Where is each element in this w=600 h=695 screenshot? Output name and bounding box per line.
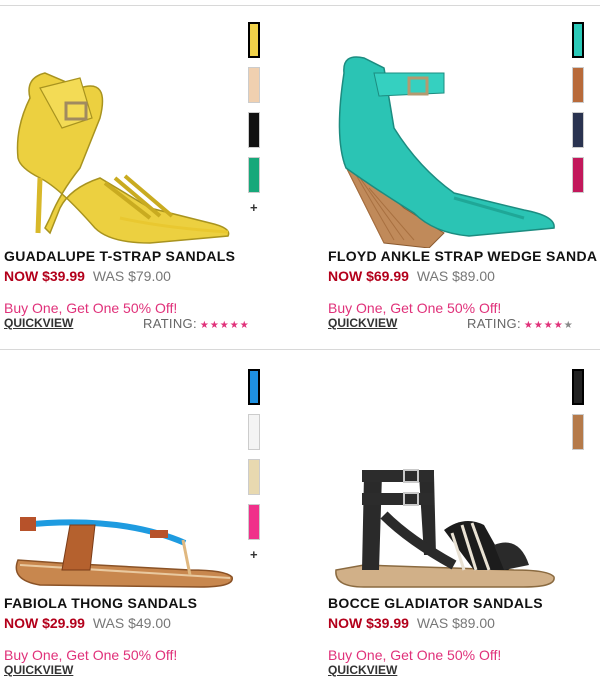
product-card-guadalupe: + GUADALUPE T-STRAP SANDALS NOW $39.99 W… (0, 8, 298, 348)
price-now: NOW $39.99 (4, 268, 85, 284)
price-was: WAS $89.00 (416, 268, 495, 284)
quickview-link[interactable]: QUICKVIEW (328, 663, 397, 677)
color-swatch-yellow[interactable] (248, 22, 260, 58)
color-swatch-turquoise[interactable] (572, 22, 584, 58)
price-now: NOW $29.99 (4, 615, 85, 631)
color-swatch-pink[interactable] (248, 504, 260, 540)
price-was: WAS $79.00 (92, 268, 171, 284)
price-was: WAS $89.00 (416, 615, 495, 631)
color-swatches (248, 22, 262, 202)
product-name[interactable]: FABIOLA THONG SANDALS (4, 595, 197, 611)
product-prices: NOW $29.99 WAS $49.00 (4, 615, 171, 631)
quickview-link[interactable]: QUICKVIEW (4, 663, 73, 677)
product-image-fabiola[interactable] (0, 365, 240, 595)
top-divider (0, 5, 600, 6)
product-card-bocce: BOCCE GLADIATOR SANDALS NOW $39.99 WAS $… (324, 355, 600, 695)
row-divider (0, 349, 600, 350)
product-card-fabiola: + FABIOLA THONG SANDALS NOW $29.99 WAS $… (0, 355, 298, 695)
product-prices: NOW $39.99 WAS $79.00 (4, 268, 171, 284)
price-now: NOW $69.99 (328, 268, 409, 284)
quickview-link[interactable]: QUICKVIEW (328, 316, 397, 330)
color-swatch-black[interactable] (572, 369, 584, 405)
promo-text: Buy One, Get One 50% Off! (4, 647, 178, 663)
color-swatches (572, 22, 586, 202)
rating: RATING: ★★★★★ (467, 316, 574, 331)
color-swatch-black[interactable] (248, 112, 260, 148)
product-name[interactable]: FLOYD ANKLE STRAP WEDGE SANDA (328, 248, 597, 264)
product-image-bocce[interactable] (324, 365, 564, 595)
product-image-guadalupe[interactable] (0, 18, 240, 248)
color-swatch-navy[interactable] (572, 112, 584, 148)
color-swatch-green[interactable] (248, 157, 260, 193)
rating-label: RATING: (467, 316, 521, 331)
rating-label: RATING: (143, 316, 197, 331)
product-prices: NOW $69.99 WAS $89.00 (328, 268, 495, 284)
price-was: WAS $49.00 (92, 615, 171, 631)
quickview-link[interactable]: QUICKVIEW (4, 316, 73, 330)
product-prices: NOW $39.99 WAS $89.00 (328, 615, 495, 631)
promo-text: Buy One, Get One 50% Off! (328, 647, 502, 663)
product-card-floyd: FLOYD ANKLE STRAP WEDGE SANDA NOW $69.99… (324, 8, 600, 348)
product-image-floyd[interactable] (324, 18, 564, 248)
more-colors-icon[interactable]: + (250, 547, 258, 562)
product-name[interactable]: GUADALUPE T-STRAP SANDALS (4, 248, 235, 264)
rating-stars: ★★★★★ (199, 320, 250, 331)
color-swatch-cognac[interactable] (572, 67, 584, 103)
more-colors-icon[interactable]: + (250, 200, 258, 215)
color-swatch-pink[interactable] (572, 157, 584, 193)
rating: RATING: ★★★★★ (143, 316, 250, 331)
color-swatch-nude[interactable] (248, 67, 260, 103)
promo-text: Buy One, Get One 50% Off! (4, 300, 178, 316)
color-swatch-gold[interactable] (248, 459, 260, 495)
price-now: NOW $39.99 (328, 615, 409, 631)
rating-stars: ★★★★★ (523, 320, 574, 331)
color-swatch-blue[interactable] (248, 369, 260, 405)
color-swatch-white[interactable] (248, 414, 260, 450)
color-swatch-tan[interactable] (572, 414, 584, 450)
color-swatches (572, 369, 586, 459)
promo-text: Buy One, Get One 50% Off! (328, 300, 502, 316)
color-swatches (248, 369, 262, 549)
product-name[interactable]: BOCCE GLADIATOR SANDALS (328, 595, 543, 611)
